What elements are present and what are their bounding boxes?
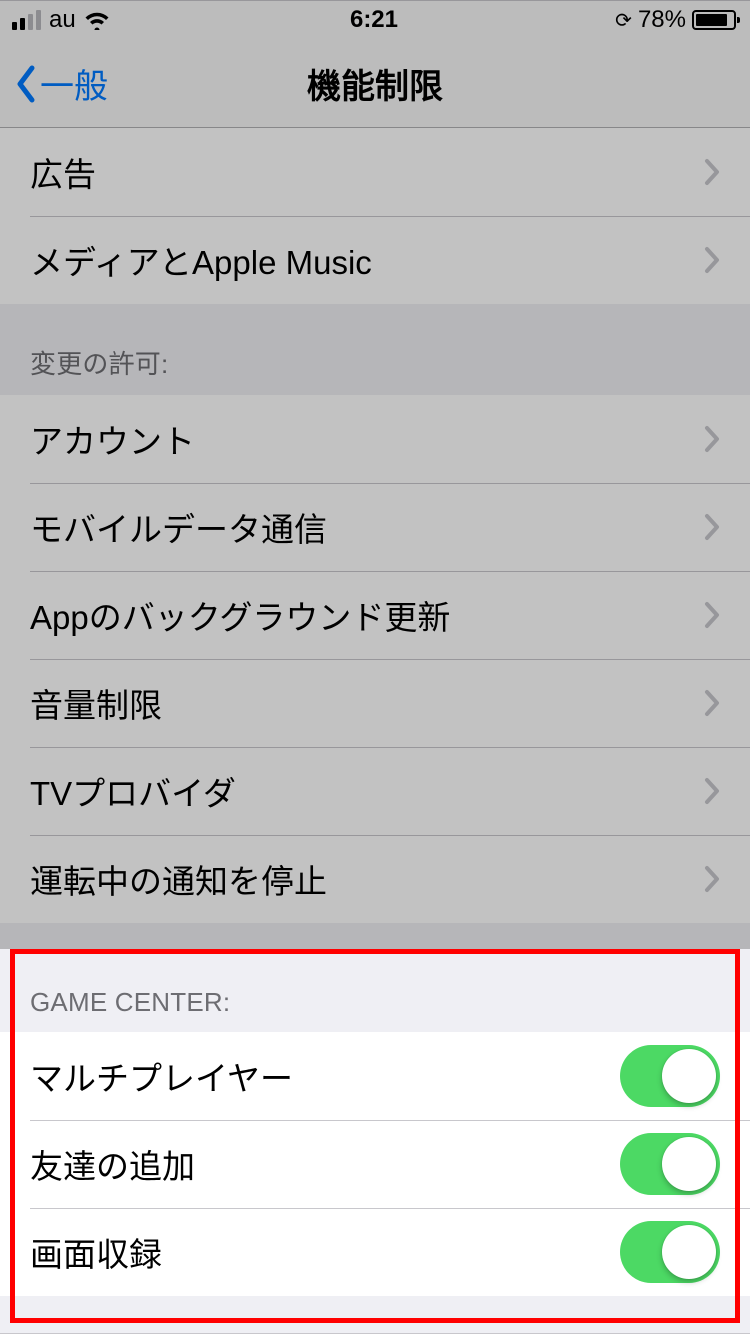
toggle-screen-recording[interactable]	[620, 1221, 720, 1283]
status-bar: au 6:21 ⟳ 78%	[0, 0, 750, 40]
wifi-icon	[84, 10, 110, 30]
settings-group-allow-changes: アカウント モバイルデータ通信 Appのバックグラウンド更新 音量制限 TVプロ…	[0, 395, 750, 923]
settings-row-media-apple-music[interactable]: メディアとApple Music	[0, 216, 750, 304]
settings-row-volume-limit[interactable]: 音量制限	[0, 659, 750, 747]
row-label: 画面収録	[30, 1228, 620, 1276]
toggle-multiplayer[interactable]	[620, 1045, 720, 1107]
settings-row-screen-recording: 画面収録	[0, 1208, 750, 1296]
row-label: 広告	[30, 148, 690, 196]
status-time: 6:21	[350, 6, 398, 34]
chevron-right-icon	[704, 513, 720, 541]
section-header-allow-changes: 変更の許可:	[0, 304, 750, 395]
row-label: Appのバックグラウンド更新	[30, 591, 690, 639]
battery-percent: 78%	[638, 6, 686, 34]
chevron-right-icon	[704, 601, 720, 629]
row-label: 音量制限	[30, 679, 690, 727]
row-label: モバイルデータ通信	[30, 503, 690, 551]
row-label: アカウント	[30, 415, 690, 463]
status-right: ⟳ 78%	[536, 6, 736, 34]
settings-row-cellular-data[interactable]: モバイルデータ通信	[0, 483, 750, 571]
navigation-header: 一般 機能制限	[0, 40, 750, 128]
orientation-lock-icon: ⟳	[615, 8, 632, 33]
section-header-game-center: GAME CENTER:	[0, 923, 750, 1032]
settings-row-ads[interactable]: 広告	[0, 128, 750, 216]
settings-group-privacy: 広告 メディアとApple Music	[0, 128, 750, 304]
page-title: 機能制限	[0, 59, 750, 108]
row-label: TVプロバイダ	[30, 767, 690, 815]
chevron-left-icon	[14, 64, 38, 104]
chevron-right-icon	[704, 865, 720, 893]
settings-row-tv-provider[interactable]: TVプロバイダ	[0, 747, 750, 835]
signal-strength-icon	[12, 10, 41, 30]
chevron-right-icon	[704, 425, 720, 453]
status-left: au	[12, 6, 212, 34]
toggle-adding-friends[interactable]	[620, 1133, 720, 1195]
battery-icon	[692, 10, 736, 30]
carrier-label: au	[49, 6, 76, 34]
settings-group-game-center: マルチプレイヤー 友達の追加 画面収録	[0, 1032, 750, 1296]
chevron-right-icon	[704, 246, 720, 274]
back-button[interactable]: 一般	[0, 59, 108, 108]
settings-row-multiplayer: マルチプレイヤー	[0, 1032, 750, 1120]
back-label: 一般	[40, 59, 108, 108]
settings-row-do-not-disturb-driving[interactable]: 運転中の通知を停止	[0, 835, 750, 923]
chevron-right-icon	[704, 777, 720, 805]
row-label: マルチプレイヤー	[30, 1052, 620, 1100]
settings-row-adding-friends: 友達の追加	[0, 1120, 750, 1208]
settings-row-background-app-refresh[interactable]: Appのバックグラウンド更新	[0, 571, 750, 659]
chevron-right-icon	[704, 689, 720, 717]
row-label: 運転中の通知を停止	[30, 855, 690, 903]
chevron-right-icon	[704, 158, 720, 186]
row-label: メディアとApple Music	[30, 236, 690, 284]
row-label: 友達の追加	[30, 1140, 620, 1188]
settings-row-accounts[interactable]: アカウント	[0, 395, 750, 483]
